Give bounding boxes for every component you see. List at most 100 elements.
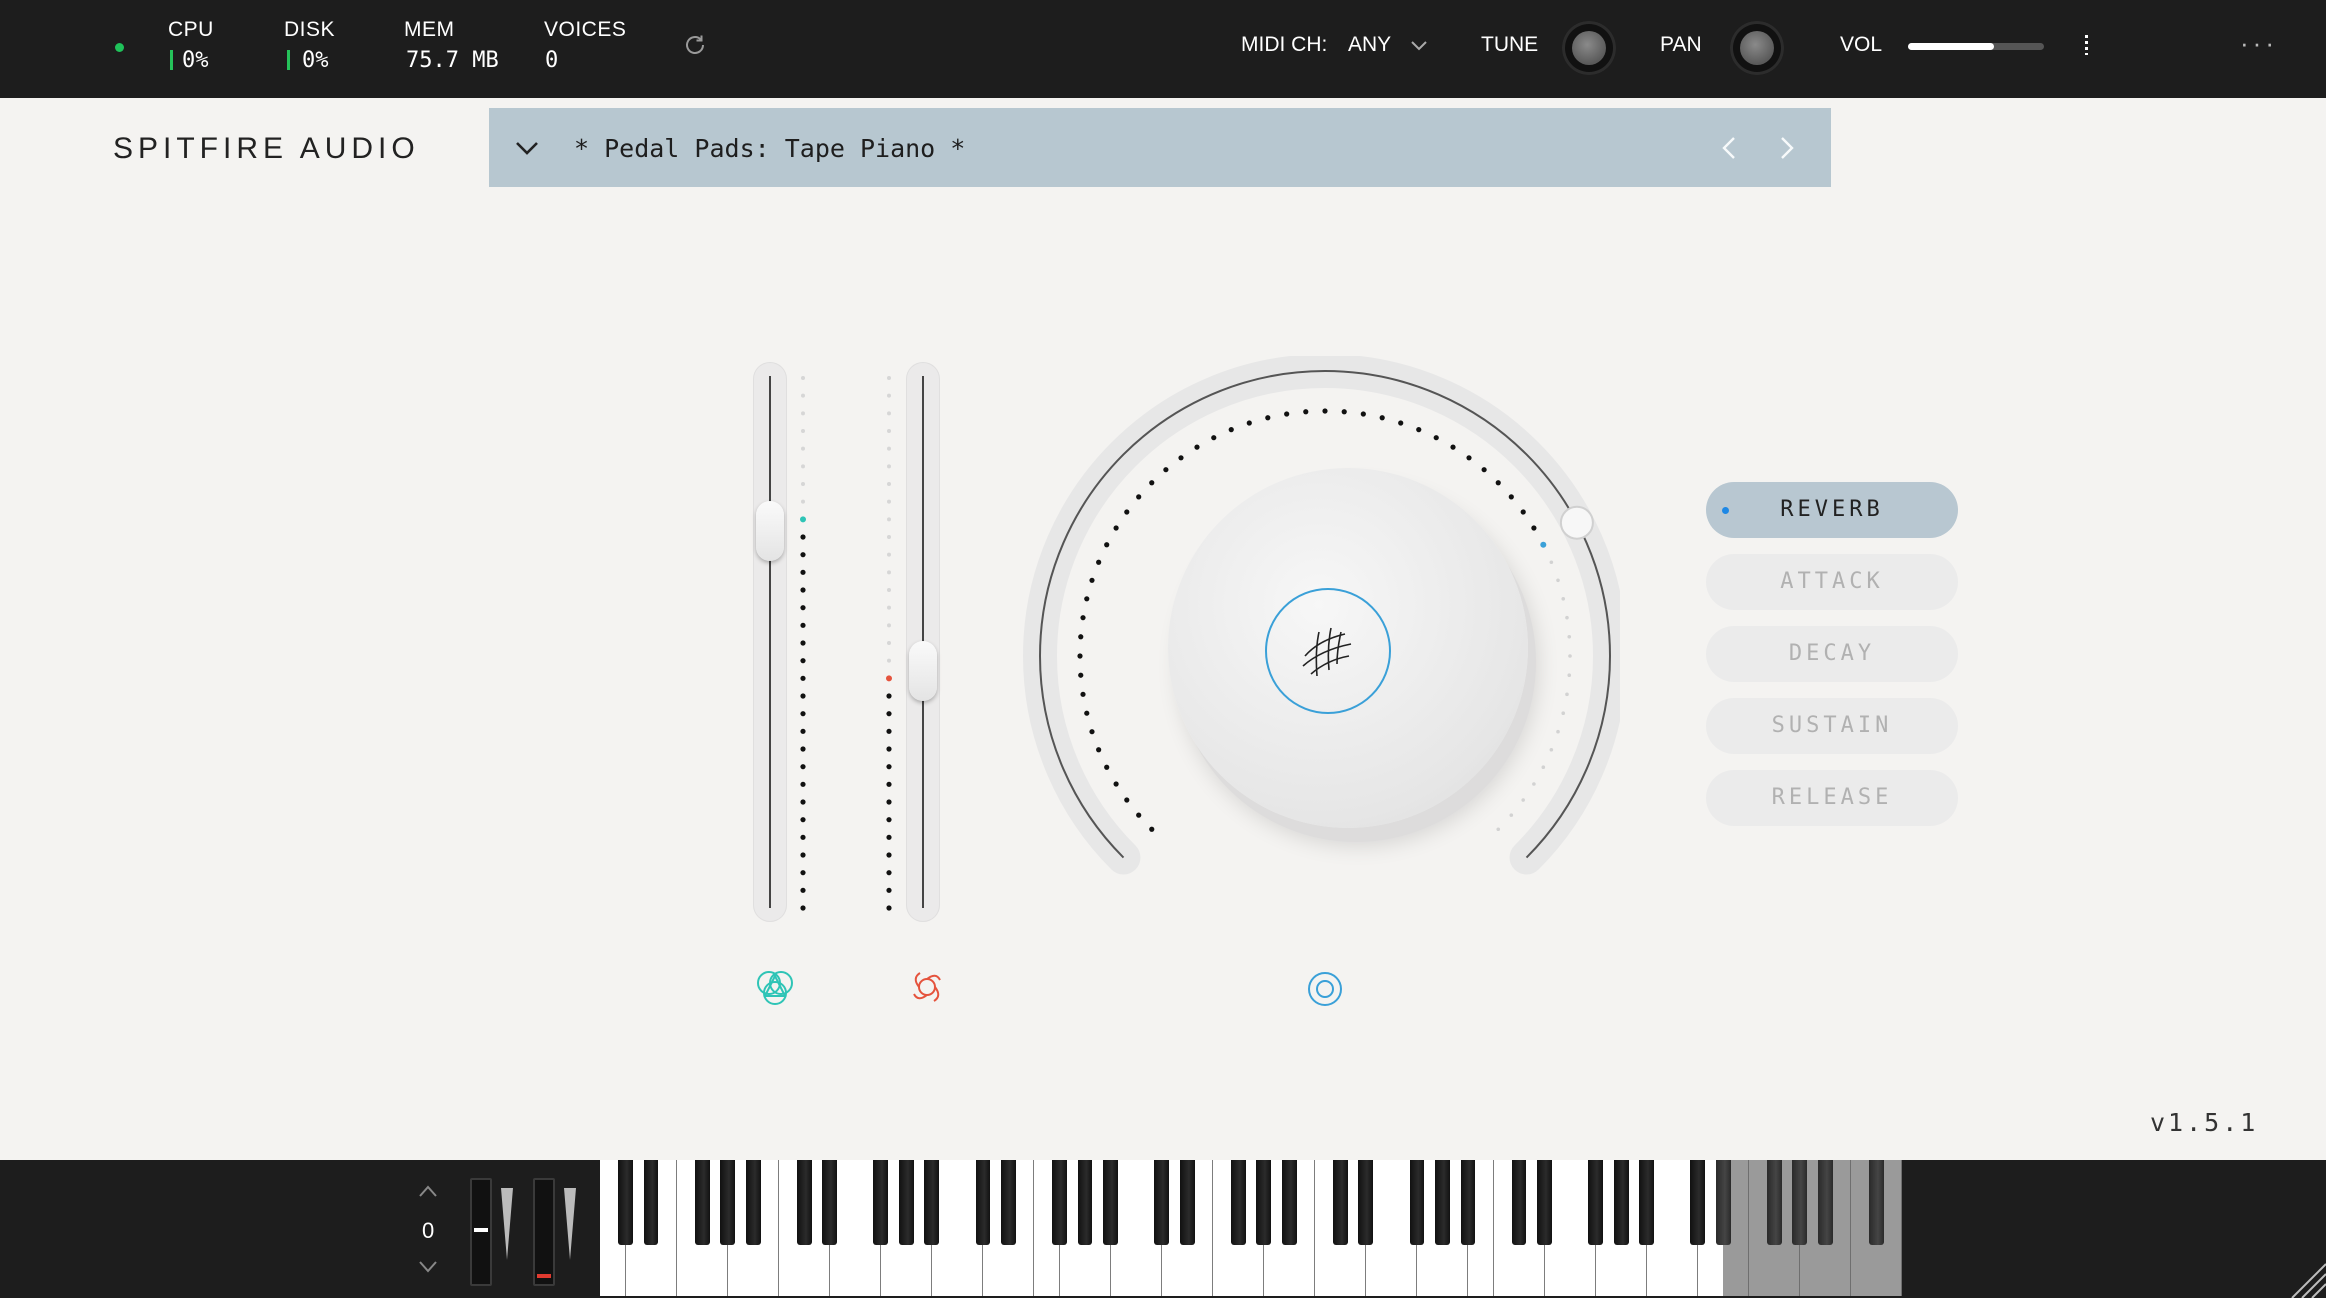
dynamics-slider[interactable] xyxy=(906,362,940,922)
tune-knob[interactable] xyxy=(1562,21,1616,75)
mod-wheel-mark xyxy=(537,1274,551,1278)
piano-keyboard[interactable] xyxy=(600,1160,1903,1296)
black-key[interactable] xyxy=(1639,1160,1655,1245)
black-key[interactable] xyxy=(1613,1160,1629,1245)
black-key[interactable] xyxy=(1409,1160,1425,1245)
reverb-button[interactable]: REVERB xyxy=(1706,482,1958,538)
black-key[interactable] xyxy=(873,1160,889,1245)
top-bar: CPU 0% DISK 0% MEM 75.7 MB VOICES 0 MIDI… xyxy=(0,0,2326,98)
level-dot xyxy=(887,376,891,380)
volume-slider[interactable] xyxy=(1908,43,2044,50)
level-dot xyxy=(800,834,806,840)
release-button[interactable]: RELEASE xyxy=(1706,770,1958,826)
refresh-icon[interactable] xyxy=(682,32,708,58)
black-key[interactable] xyxy=(796,1160,812,1245)
black-key[interactable] xyxy=(694,1160,710,1245)
dial-dot xyxy=(1178,455,1184,461)
black-key[interactable] xyxy=(1818,1160,1833,1245)
dial-dot xyxy=(1089,729,1095,735)
black-key[interactable] xyxy=(1690,1160,1706,1245)
octave-up-icon[interactable] xyxy=(418,1184,438,1198)
black-key[interactable] xyxy=(1154,1160,1170,1245)
mod-wheel[interactable] xyxy=(533,1178,555,1286)
black-key[interactable] xyxy=(1869,1160,1884,1245)
expression-level-dots xyxy=(800,376,806,911)
resize-grip-icon[interactable] xyxy=(2286,1256,2326,1298)
more-menu-button[interactable]: ··· xyxy=(2240,28,2278,59)
expression-slider[interactable] xyxy=(753,362,787,922)
decay-button[interactable]: DECAY xyxy=(1706,626,1958,682)
black-key[interactable] xyxy=(1537,1160,1552,1245)
dial-dot xyxy=(1509,813,1514,817)
black-key[interactable] xyxy=(1358,1160,1374,1245)
attack-button[interactable]: ATTACK xyxy=(1706,554,1958,610)
dial-dot xyxy=(1322,408,1328,414)
black-key[interactable] xyxy=(1052,1160,1067,1245)
black-key[interactable] xyxy=(1511,1160,1527,1245)
black-key[interactable] xyxy=(643,1160,659,1245)
black-key[interactable] xyxy=(1332,1160,1348,1245)
level-dot xyxy=(800,905,806,911)
level-dot xyxy=(887,623,891,628)
dial-dot xyxy=(1416,427,1422,433)
midi-channel-select[interactable]: ANY xyxy=(1348,33,1391,57)
black-key[interactable] xyxy=(1281,1160,1297,1245)
black-key[interactable] xyxy=(1256,1160,1272,1245)
pitch-wheel[interactable] xyxy=(470,1178,492,1286)
black-key[interactable] xyxy=(720,1160,736,1245)
level-dot xyxy=(886,887,892,893)
expression-slider-thumb[interactable] xyxy=(756,500,784,561)
black-key[interactable] xyxy=(1460,1160,1476,1245)
dial-dot xyxy=(1084,710,1090,716)
black-key[interactable] xyxy=(1077,1160,1093,1245)
black-key[interactable] xyxy=(1435,1160,1450,1245)
level-dot xyxy=(886,764,892,770)
reverb-dial-handle[interactable] xyxy=(1559,505,1594,540)
level-dot xyxy=(886,852,892,858)
level-dot xyxy=(800,552,806,558)
level-dot xyxy=(887,641,891,645)
black-key[interactable] xyxy=(1766,1160,1782,1245)
dynamics-slider-thumb[interactable] xyxy=(909,641,937,702)
dial-dot xyxy=(1149,480,1155,486)
previous-preset-icon[interactable] xyxy=(1721,136,1737,160)
dial-dot xyxy=(1303,409,1309,415)
black-key[interactable] xyxy=(1103,1160,1118,1245)
decay-button-label: DECAY xyxy=(1788,641,1876,666)
dial-dot xyxy=(1520,509,1526,515)
level-dot xyxy=(800,852,806,858)
next-preset-icon[interactable] xyxy=(1779,136,1795,160)
black-key[interactable] xyxy=(1715,1160,1731,1245)
black-key[interactable] xyxy=(618,1160,633,1245)
reverb-dial[interactable] xyxy=(1020,356,1620,956)
dial-dot xyxy=(1084,596,1090,602)
pan-knob[interactable] xyxy=(1730,21,1784,75)
sustain-button[interactable]: SUSTAIN xyxy=(1706,698,1958,754)
black-key[interactable] xyxy=(1230,1160,1246,1245)
level-dot xyxy=(886,781,892,787)
black-key[interactable] xyxy=(1001,1160,1016,1245)
black-key[interactable] xyxy=(924,1160,940,1245)
black-key[interactable] xyxy=(1588,1160,1604,1245)
preset-bar[interactable]: * Pedal Pads: Tape Piano * xyxy=(489,108,1831,187)
midi-channel-label: MIDI CH: xyxy=(1241,33,1328,56)
level-dot xyxy=(801,464,805,469)
dial-dot xyxy=(1549,747,1554,752)
level-dot xyxy=(800,658,806,664)
mem-value: 75.7 MB xyxy=(406,48,499,73)
dial-dot xyxy=(1113,781,1119,787)
black-key[interactable] xyxy=(1792,1160,1808,1245)
level-dot xyxy=(800,605,806,611)
black-key[interactable] xyxy=(1179,1160,1195,1245)
preset-menu-chevron-icon[interactable] xyxy=(515,140,539,156)
octave-down-icon[interactable] xyxy=(418,1260,438,1274)
black-key[interactable] xyxy=(975,1160,991,1245)
pan-label: PAN xyxy=(1660,33,1702,56)
black-key[interactable] xyxy=(745,1160,761,1245)
dial-dot xyxy=(1284,411,1290,417)
chevron-down-icon[interactable] xyxy=(1410,40,1428,52)
black-key[interactable] xyxy=(822,1160,838,1245)
level-dot xyxy=(800,622,806,628)
black-key[interactable] xyxy=(898,1160,914,1245)
dial-dot xyxy=(1194,444,1200,450)
